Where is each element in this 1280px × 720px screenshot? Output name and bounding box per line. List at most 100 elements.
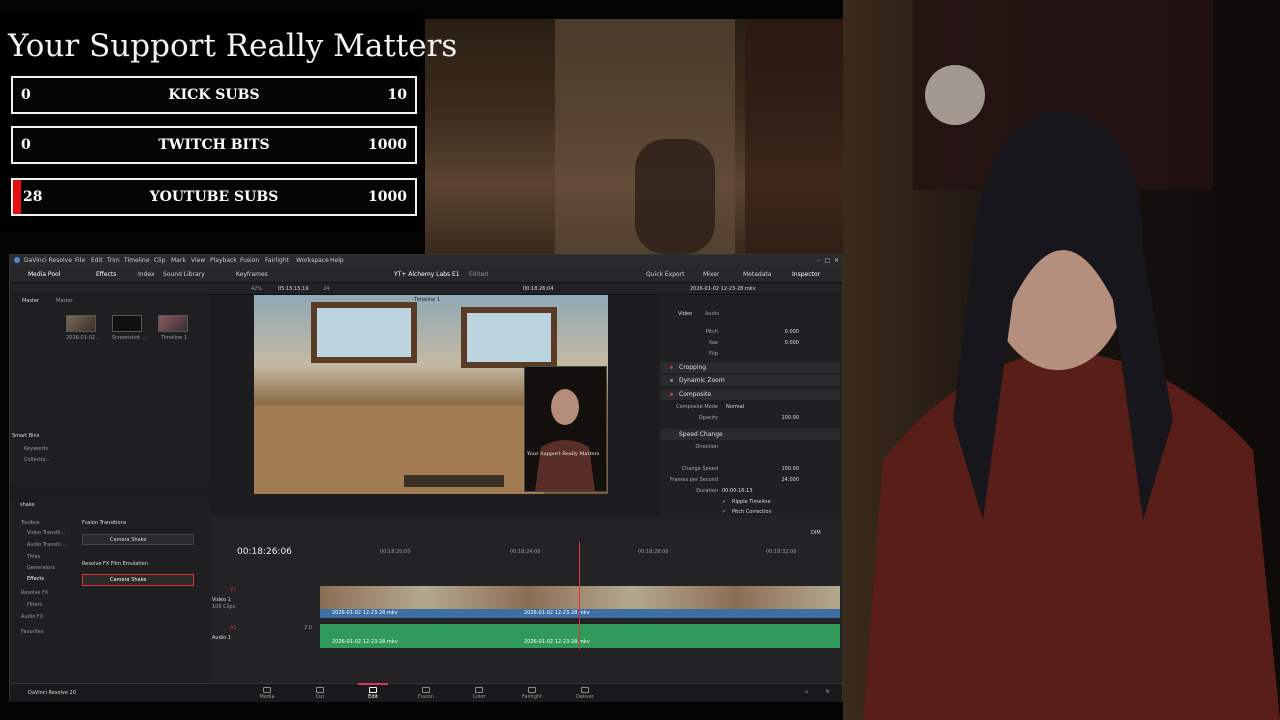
smart-bin-collections[interactable]: Collectio... [24,457,50,463]
metadata-button[interactable]: Metadata [743,271,771,278]
audio-clip-track[interactable]: 2026-01-02 12-23-28.mkv 2026-01-02 12-23… [320,624,840,648]
nav-filters[interactable]: Filters [27,602,42,608]
track-a1-name: Audio 1 [212,635,231,641]
page-fusion[interactable]: Fusion [406,684,446,702]
nav-toolbox[interactable]: Toolbox [21,520,40,526]
home-icon[interactable]: ⌂ [805,689,808,695]
dim-button[interactable]: DIM [811,530,821,536]
ruler-mark: 00:18:32:00 [766,549,797,555]
menu-clip[interactable]: Clip [154,257,165,264]
keyframes-button[interactable]: Keyframes [236,271,268,278]
frames-per-second-row: Frames per Second 24.000 [669,477,800,483]
clip-label: 2026-01-02 12-23-28.mkv [332,610,398,616]
section-cropping[interactable]: Cropping [660,362,840,373]
composite-mode-row: Composite Mode Normal [676,404,745,410]
record-timecode: 00:18:26:04 [523,286,554,292]
section-dynamic-zoom[interactable]: Dynamic Zoom [660,375,840,386]
page-cut[interactable]: Cut [300,684,340,702]
cut-icon [316,687,324,693]
maximize-icon[interactable]: □ [824,257,830,264]
fusion-icon [422,687,430,693]
menu-mark[interactable]: Mark [171,257,186,264]
bin-master[interactable]: Master [22,298,39,304]
frames-per-second-value[interactable]: 24.000 [782,477,800,483]
tab-video[interactable]: Video [678,311,692,317]
pitch-correction-check[interactable]: ✓ Pitch Correction [660,507,840,517]
index-button[interactable]: Index [138,271,155,278]
opacity-value[interactable]: 100.00 [782,415,800,421]
section-speed-change[interactable]: Speed Change [660,429,840,440]
quick-export-button[interactable]: Quick Export [646,271,685,278]
playhead[interactable] [579,542,580,649]
close-icon[interactable]: ✕ [834,257,839,264]
menu-file[interactable]: File [75,257,85,264]
goal-bar-youtube: 28 YOUTUBE SUBS 1000 [11,178,417,216]
video-clip-track[interactable] [320,586,840,609]
nav-audio-transitions[interactable]: Audio Transiti... [27,542,66,548]
menu-help[interactable]: Help [330,257,344,264]
nav-titles[interactable]: Titles [27,554,40,560]
direction-row: Direction [695,444,718,450]
check-icon: ✓ [722,509,727,515]
timeline-timecode: 00:18:26:06 [237,547,292,557]
resolve-logo-icon [14,257,20,263]
minimize-icon[interactable]: – [817,257,820,264]
effect-item-camera-shake-selected[interactable]: Camera Shake [82,574,194,586]
menu-view[interactable]: View [191,257,205,264]
effect-item-camera-shake[interactable]: Camera Shake [82,534,194,545]
nav-video-transitions[interactable]: Video Transiti... [27,530,65,536]
ripple-timeline-check[interactable]: ✓ Ripple Timeline [660,497,840,507]
nav-generators[interactable]: Generators [27,565,55,571]
pitch-value[interactable]: 0.000 [785,329,799,335]
page-fairlight[interactable]: Fairlight [512,684,552,702]
menu-playback[interactable]: Playback [210,257,237,264]
effects-button[interactable]: Effects [96,271,116,278]
clip-thumbnail[interactable] [66,315,96,332]
menu-edit[interactable]: Edit [91,257,103,264]
composite-mode-select[interactable]: Normal [726,404,744,410]
menu-timeline[interactable]: Timeline [124,257,150,264]
nav-effects[interactable]: Effects [27,576,44,582]
change-speed-row: Change Speed 100.00 [681,466,800,472]
enable-dot-icon[interactable] [670,379,673,382]
timeline-thumbnail[interactable] [158,315,188,332]
clip-name: 2026-01-02 ... [66,335,102,341]
page-deliver[interactable]: Deliver [565,684,605,702]
zoom-level[interactable]: 42% [251,286,262,292]
goal-target: 1000 [368,189,407,205]
inspector-file-name: 2026-01-02 12-23-28.mkv [690,286,756,292]
menu-trim[interactable]: Trim [107,257,120,264]
viewer-timeline-name: Timeline 1 [414,297,441,303]
yaw-value[interactable]: 0.000 [785,340,799,346]
menu-workspace[interactable]: Workspace [296,257,329,264]
menu-fairlight[interactable]: Fairlight [265,257,289,264]
nav-resolve-fx[interactable]: Resolve FX [21,590,48,596]
smart-bin-keywords[interactable]: Keywords [24,446,48,452]
enable-dot-icon[interactable] [670,393,673,396]
video-clip-label-bar[interactable]: 2026-01-02 12-23-28.mkv 2026-01-02 12-23… [320,609,840,618]
sound-library-button[interactable]: Sound Library [163,271,205,278]
nav-audio-fx[interactable]: Audio FX [21,614,43,620]
inspector-button[interactable]: Inspector [792,271,820,278]
ruler-mark: 00:18:20:00 [380,549,411,555]
ruler-mark: 00:18:28:00 [638,549,669,555]
track-a1-tag[interactable]: A1 [230,625,237,631]
settings-icon[interactable]: ⚙ [826,689,830,695]
page-media[interactable]: Media [247,684,287,702]
project-status: Edited [469,271,489,278]
page-edit[interactable]: Edit [353,683,393,702]
enable-dot-icon[interactable] [670,366,673,369]
menu-app[interactable]: DaVinci Resolve [24,257,72,264]
effects-search-field[interactable]: shake [20,502,35,508]
mixer-button[interactable]: Mixer [703,271,719,278]
track-v1-tag[interactable]: V1 [230,587,237,593]
nav-favorites[interactable]: Favorites [21,629,44,635]
page-color[interactable]: Color [459,684,499,702]
media-pool-button[interactable]: Media Pool [28,271,60,278]
deliver-icon [581,687,589,693]
clip-thumbnail[interactable] [112,315,142,332]
change-speed-value[interactable]: 100.00 [782,466,800,472]
menu-fusion[interactable]: Fusion [240,257,259,264]
tab-audio[interactable]: Audio [705,311,719,317]
section-composite[interactable]: Composite [660,389,840,400]
